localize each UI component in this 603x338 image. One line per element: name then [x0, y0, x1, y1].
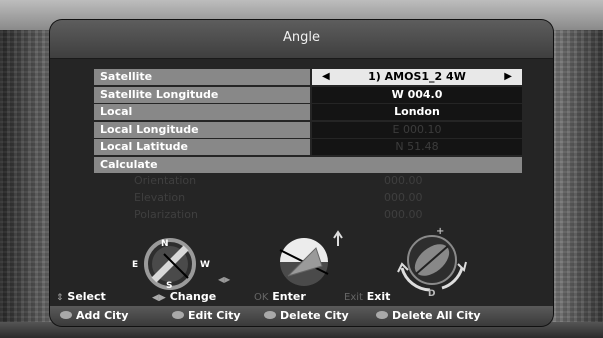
arrow-right-icon[interactable]: ▶: [504, 69, 512, 85]
delete-all-city-label: Delete All City: [392, 309, 481, 322]
local-longitude-value[interactable]: E 000.10: [312, 121, 522, 138]
color-button-bar: Add City Edit City Delete City Delete Al…: [50, 306, 553, 326]
local-longitude-row[interactable]: Local Longitude E 000.10: [94, 121, 522, 139]
hint-change-label: Change: [169, 290, 217, 303]
results-list: Orientation 000.00 Elevation 000.00 Pola…: [94, 172, 522, 223]
settings-list: Satellite ◀ 1) AMOS1_2 4W ▶ Satellite Lo…: [94, 69, 522, 174]
updown-icon: ⇕: [56, 293, 64, 303]
edit-city-label: Edit City: [188, 309, 241, 322]
add-city-button[interactable]: Add City: [60, 306, 128, 326]
local-latitude-label: Local Latitude: [94, 139, 310, 155]
hint-enter-label: Enter: [272, 290, 306, 303]
hint-exit: Exit Exit: [344, 289, 390, 306]
local-longitude-label: Local Longitude: [94, 121, 310, 138]
orientation-result: Orientation 000.00: [94, 172, 522, 189]
local-label: Local: [94, 104, 310, 120]
blue-key-icon: [376, 311, 388, 319]
key-hint-bar: ⇕ Select ◀▶ Change OK Enter Exit Exit: [50, 289, 553, 305]
calculate-row[interactable]: Calculate: [94, 156, 522, 174]
add-city-label: Add City: [76, 309, 129, 322]
orientation-label: Orientation: [134, 174, 197, 187]
hint-enter: OK Enter: [254, 289, 306, 306]
satellite-row[interactable]: Satellite ◀ 1) AMOS1_2 4W ▶: [94, 69, 522, 86]
orientation-value: 000.00: [384, 174, 423, 187]
elevation-result: Elevation 000.00: [94, 189, 522, 206]
polarization-label: Polarization: [134, 208, 198, 221]
yellow-key-icon: [264, 311, 276, 319]
local-latitude-row[interactable]: Local Latitude N 51.48: [94, 139, 522, 156]
hint-exit-label: Exit: [366, 290, 391, 303]
edit-city-button[interactable]: Edit City: [172, 306, 241, 326]
satellite-value: 1) AMOS1_2 4W: [368, 70, 466, 83]
polarization-result: Polarization 000.00: [94, 206, 522, 223]
elevation-dish-icon: [279, 230, 343, 286]
delete-city-label: Delete City: [280, 309, 349, 322]
red-key-icon: [60, 311, 72, 319]
polarization-icon: + D: [397, 226, 467, 296]
leftright-icon: ◀▶: [152, 293, 166, 303]
elevation-label: Elevation: [134, 191, 186, 204]
delete-city-button[interactable]: Delete City: [264, 306, 349, 326]
compass-icon: N E W S ◀▶: [132, 238, 231, 291]
local-row[interactable]: Local London: [94, 104, 522, 121]
title-bar: Angle: [50, 20, 553, 59]
svg-text:◀▶: ◀▶: [218, 275, 231, 284]
exit-key-icon: Exit: [344, 292, 363, 303]
compass-e: E: [132, 260, 138, 270]
satellite-longitude-label: Satellite Longitude: [94, 86, 310, 103]
local-latitude-value[interactable]: N 51.48: [312, 139, 522, 155]
polarization-value: 000.00: [384, 208, 423, 221]
hint-select: ⇕ Select: [56, 289, 106, 306]
arrow-left-icon[interactable]: ◀: [322, 69, 330, 85]
satellite-longitude-row[interactable]: Satellite Longitude W 004.0: [94, 86, 522, 104]
hint-select-label: Select: [67, 290, 106, 303]
local-value[interactable]: London: [312, 104, 522, 120]
satellite-selector[interactable]: ◀ 1) AMOS1_2 4W ▶: [312, 69, 522, 85]
calculate-button[interactable]: Calculate: [94, 156, 522, 173]
hint-change: ◀▶ Change: [152, 289, 216, 306]
dialog-title: Angle: [283, 30, 320, 45]
satellite-longitude-value[interactable]: W 004.0: [312, 86, 522, 103]
green-key-icon: [172, 311, 184, 319]
satellite-label: Satellite: [94, 69, 310, 85]
ok-key-icon: OK: [254, 292, 269, 303]
delete-all-city-button[interactable]: Delete All City: [376, 306, 481, 326]
elevation-value: 000.00: [384, 191, 423, 204]
angle-dialog: Angle Satellite ◀ 1) AMOS1_2 4W ▶ Satell…: [50, 20, 553, 326]
polar-plus: +: [436, 226, 444, 237]
compass-n: N: [161, 239, 169, 249]
compass-w: W: [200, 260, 210, 270]
